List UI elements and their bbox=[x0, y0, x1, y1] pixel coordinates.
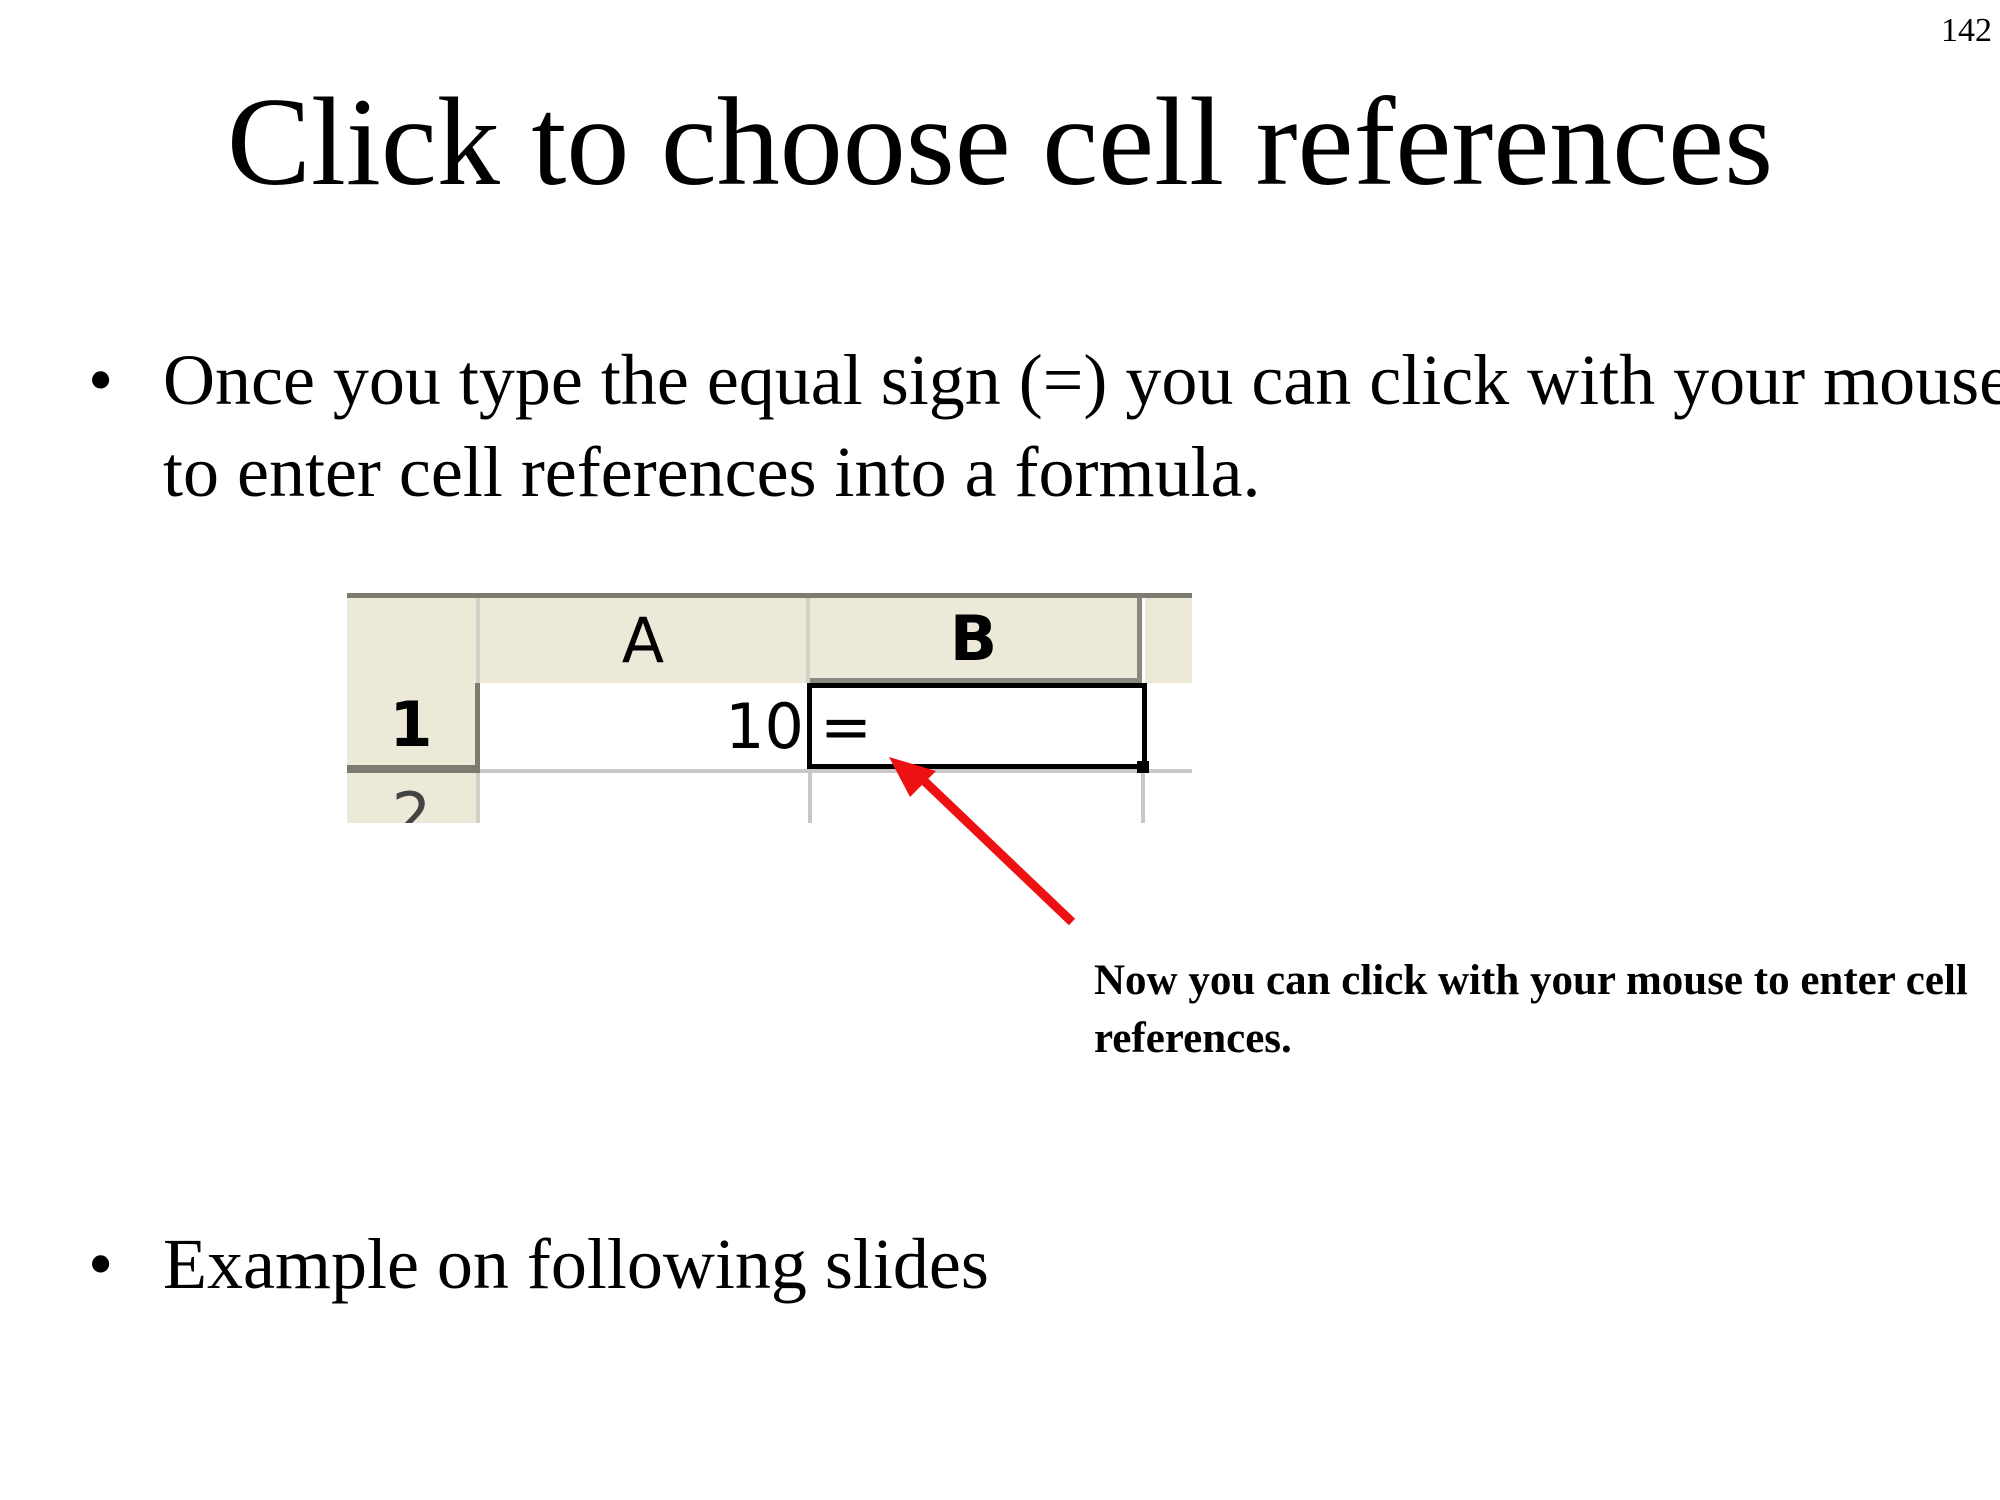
arrow-shaft bbox=[914, 771, 1076, 926]
bullet-dot-icon: • bbox=[88, 1224, 114, 1304]
bullet-text: Example on following slides bbox=[163, 1224, 989, 1304]
bullet-item: • Example on following slides bbox=[88, 1218, 2000, 1310]
annotation-text: Now you can click with your mouse to ent… bbox=[1094, 957, 1968, 1062]
